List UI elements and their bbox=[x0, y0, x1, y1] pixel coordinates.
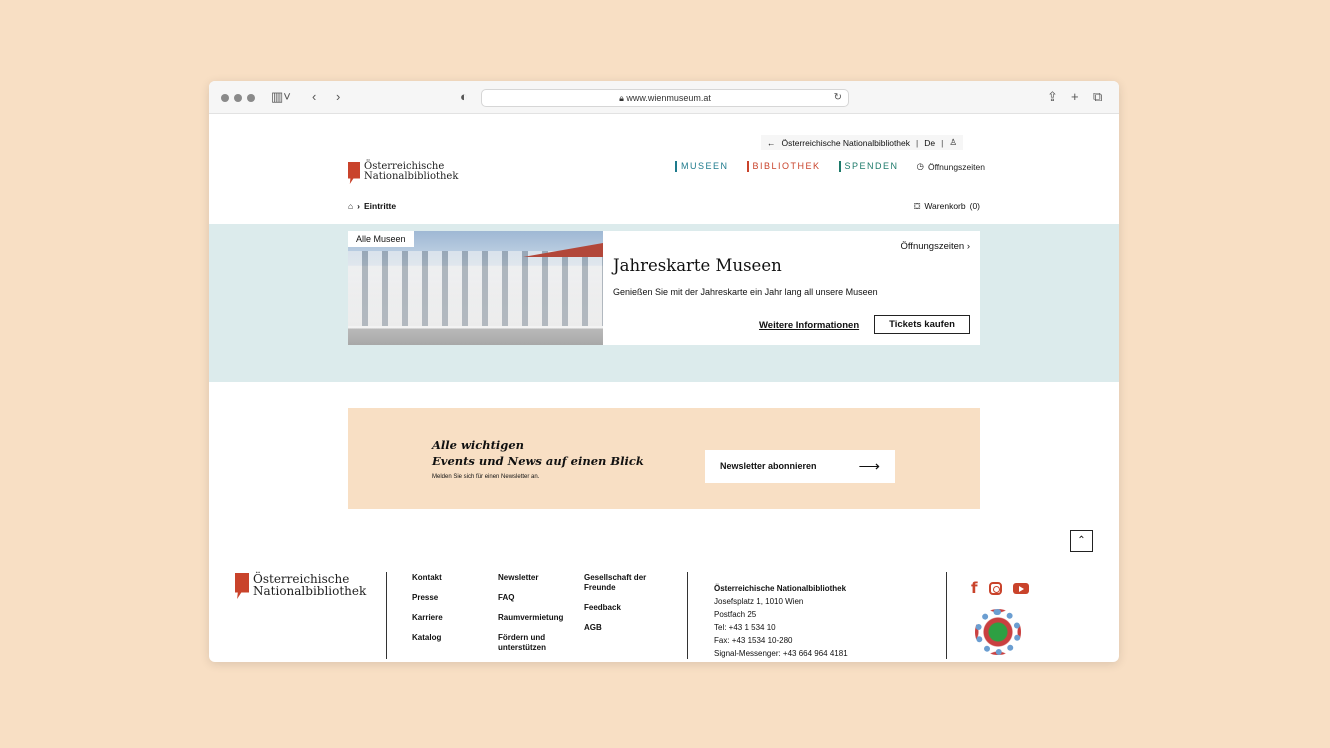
logo-line2: Nationalbibliothek bbox=[364, 171, 459, 182]
footer-link-newsletter[interactable]: Newsletter bbox=[498, 573, 574, 583]
footer-links-col3: Gesellschaft der Freunde Feedback AGB bbox=[584, 573, 664, 643]
address-signal[interactable]: Signal-Messenger: +43 664 964 4181 bbox=[714, 647, 848, 660]
cart-link[interactable]: ⛋ Warenkorb (0) bbox=[914, 201, 980, 212]
facebook-icon[interactable]: f bbox=[971, 579, 978, 597]
footer-link-katalog[interactable]: Katalog bbox=[412, 633, 443, 643]
tabs-overview-icon[interactable]: ⧉ bbox=[1093, 89, 1102, 105]
new-tab-icon[interactable]: + bbox=[1071, 89, 1079, 105]
chevron-right-icon: › bbox=[966, 241, 970, 252]
footer-link-agb[interactable]: AGB bbox=[584, 623, 664, 633]
footer-logo[interactable]: Österreichische Nationalbibliothek bbox=[235, 573, 366, 599]
language-switch[interactable]: De bbox=[924, 138, 935, 148]
main-navigation: MUSEEN BIBLIOTHEK SPENDEN ◷ Öffnungszeit… bbox=[675, 161, 985, 172]
site-footer: Österreichische Nationalbibliothek Konta… bbox=[209, 569, 1119, 662]
window-controls[interactable] bbox=[221, 94, 255, 102]
breadcrumb-current: Eintritte bbox=[363, 201, 397, 211]
newsletter-banner: Alle wichtigen Events und News auf einen… bbox=[348, 408, 980, 509]
newsletter-title: Alle wichtigen Events und News auf einen… bbox=[432, 438, 644, 468]
browser-window: ▥˅ ‹ › ◐ 🔒︎ www.wienmuseum.at ↻ ⇪ + ⧉ ← … bbox=[209, 81, 1119, 662]
divider: | bbox=[941, 137, 944, 148]
address-postfach: Postfach 25 bbox=[714, 610, 757, 619]
category-badge: Alle Museen bbox=[348, 231, 414, 247]
scroll-to-top-button[interactable]: ⌃ bbox=[1070, 530, 1093, 552]
user-icon[interactable]: ♙ bbox=[949, 137, 957, 148]
newsletter-subscribe-button[interactable]: Newsletter abonnieren ⟶ bbox=[705, 450, 895, 483]
browser-toolbar: ▥˅ ‹ › ◐ 🔒︎ www.wienmuseum.at ↻ ⇪ + ⧉ bbox=[209, 81, 1119, 114]
footer-logo-line2: Nationalbibliothek bbox=[253, 584, 367, 598]
url-text: www.wienmuseum.at bbox=[626, 93, 711, 103]
card-title: Jahreskarte Museen bbox=[613, 256, 782, 275]
chevron-right-icon: › bbox=[357, 201, 360, 211]
site-logo[interactable]: Österreichische Nationalbibliothek bbox=[348, 162, 458, 184]
home-icon[interactable]: ⌂ bbox=[348, 201, 353, 211]
address-fax: Fax: +43 1534 10-280 bbox=[714, 636, 793, 645]
divider: | bbox=[916, 137, 919, 148]
address-name: Österreichische Nationalbibliothek bbox=[714, 584, 847, 593]
footer-link-kontakt[interactable]: Kontakt bbox=[412, 573, 443, 583]
back-to-library-link[interactable]: Österreichische Nationalbibliothek bbox=[782, 138, 911, 148]
newsletter-subtitle: Melden Sie sich für einen Newsletter an. bbox=[432, 474, 540, 480]
logo-mark-icon bbox=[235, 573, 249, 599]
footer-links-col1: Kontakt Presse Karriere Katalog bbox=[412, 573, 443, 653]
youtube-icon[interactable] bbox=[1012, 582, 1029, 594]
museum-building-image: Alle Museen bbox=[348, 231, 603, 345]
back-icon[interactable]: ‹ bbox=[312, 89, 316, 105]
reload-icon[interactable]: ↻ bbox=[834, 90, 842, 106]
footer-address: Österreichische Nationalbibliothek Josef… bbox=[714, 582, 848, 660]
address-street: Josefsplatz 1, 1010 Wien bbox=[714, 597, 804, 606]
footer-link-karriere[interactable]: Karriere bbox=[412, 613, 443, 623]
footer-links-col2: Newsletter FAQ Raumvermietung Fördern un… bbox=[498, 573, 574, 662]
footer-divider bbox=[687, 572, 688, 659]
nav-hours-label: Öffnungszeiten bbox=[927, 161, 985, 172]
share-icon[interactable]: ⇪ bbox=[1047, 89, 1058, 105]
address-bar[interactable]: 🔒︎ www.wienmuseum.at ↻ bbox=[481, 89, 849, 107]
certification-seal-icon[interactable] bbox=[975, 609, 1021, 655]
footer-divider bbox=[946, 572, 947, 659]
nav-bibliothek[interactable]: BIBLIOTHEK bbox=[746, 161, 821, 172]
shield-icon[interactable]: ◐ bbox=[460, 89, 468, 105]
logo-mark-icon bbox=[348, 162, 360, 184]
nav-museen[interactable]: MUSEEN bbox=[675, 161, 729, 172]
footer-link-gesellschaft[interactable]: Gesellschaft der Freunde bbox=[584, 573, 664, 593]
clock-icon: ◷ bbox=[916, 161, 924, 171]
nav-spenden[interactable]: SPENDEN bbox=[838, 161, 899, 172]
annual-ticket-card: Alle Museen Öffnungszeiten › Jahreskarte… bbox=[348, 231, 980, 345]
footer-link-faq[interactable]: FAQ bbox=[498, 593, 574, 603]
hero-band: Alle Museen Öffnungszeiten › Jahreskarte… bbox=[209, 224, 1119, 382]
chevron-up-icon: ⌃ bbox=[1077, 535, 1086, 546]
social-links: f bbox=[971, 579, 1029, 597]
arrow-right-icon: ⟶ bbox=[858, 458, 880, 475]
footer-link-feedback[interactable]: Feedback bbox=[584, 603, 664, 613]
nav-opening-hours[interactable]: ◷ Öffnungszeiten bbox=[917, 161, 985, 172]
more-info-link[interactable]: Weitere Informationen bbox=[759, 320, 859, 331]
footer-link-foerdern[interactable]: Fördern und unterstützen bbox=[498, 633, 574, 653]
top-utility-bar: ← Österreichische Nationalbibliothek | D… bbox=[761, 135, 963, 150]
forward-icon[interactable]: › bbox=[336, 89, 340, 105]
card-opening-hours-link[interactable]: Öffnungszeiten › bbox=[900, 241, 970, 252]
shopping-bag-icon: ⛋ bbox=[913, 201, 921, 211]
footer-divider bbox=[386, 572, 387, 659]
breadcrumb: ⌂ › Eintritte bbox=[348, 201, 396, 211]
card-description: Genießen Sie mit der Jahreskarte ein Jah… bbox=[613, 287, 878, 297]
footer-link-raumvermietung[interactable]: Raumvermietung bbox=[498, 613, 574, 623]
cart-count: (0) bbox=[969, 201, 980, 211]
footer-link-presse[interactable]: Presse bbox=[412, 593, 443, 603]
instagram-icon[interactable] bbox=[988, 581, 1002, 595]
arrow-left-icon[interactable]: ← bbox=[767, 138, 776, 148]
address-tel[interactable]: Tel: +43 1 534 10 bbox=[714, 621, 848, 634]
buy-tickets-button[interactable]: Tickets kaufen bbox=[874, 315, 970, 334]
cart-label: Warenkorb bbox=[924, 201, 966, 211]
sidebar-icon[interactable]: ▥˅ bbox=[271, 89, 291, 105]
